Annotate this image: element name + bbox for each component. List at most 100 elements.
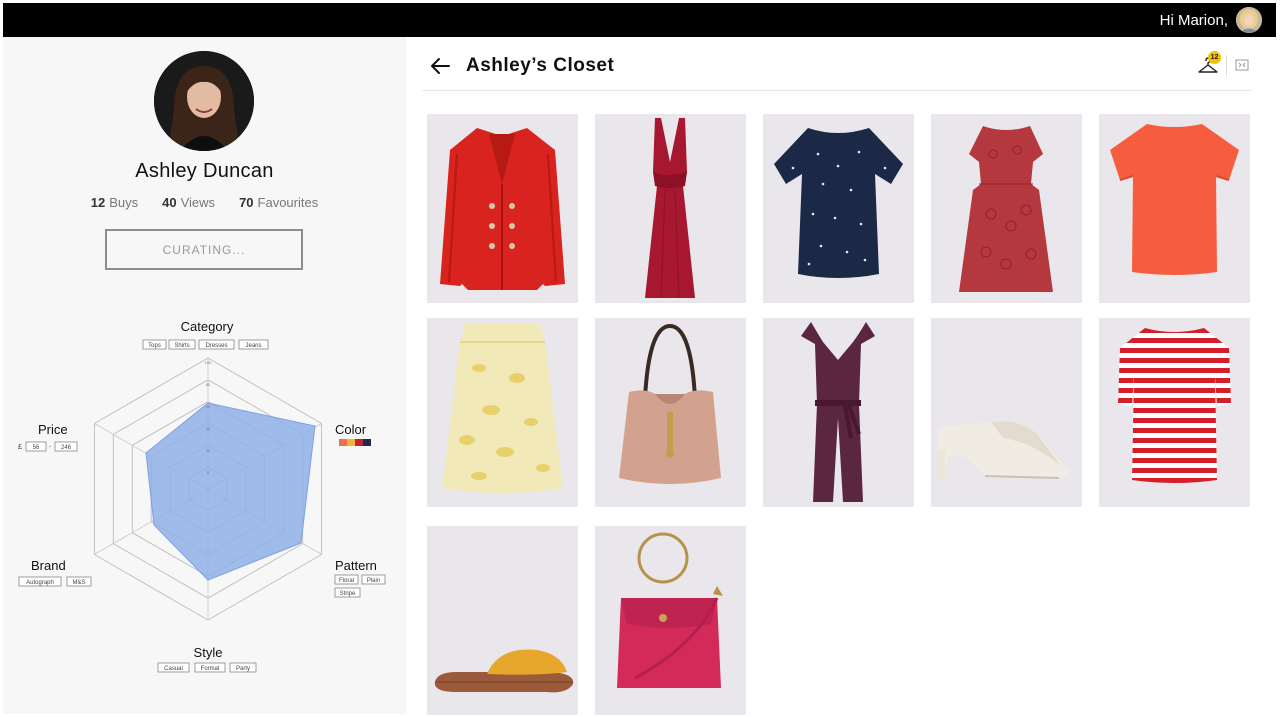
radar-ring [150, 422, 266, 556]
mule-icon [931, 318, 1082, 507]
category-tag[interactable]: Tops [142, 339, 167, 350]
jumpsuit-icon [763, 318, 914, 507]
expand-icon[interactable] [1235, 58, 1249, 72]
svg-text:M&S: M&S [72, 580, 85, 586]
color-swatch [339, 439, 347, 446]
closet-item-tan-tote-bag[interactable] [595, 318, 746, 507]
svg-text:Floral: Floral [339, 578, 354, 584]
svg-text:Stripe: Stripe [340, 591, 356, 597]
svg-text:Jeans: Jeans [245, 343, 261, 349]
svg-text:Party: Party [236, 666, 250, 672]
svg-text:Tops: Tops [148, 343, 161, 349]
axis-label-style: Style [194, 645, 223, 660]
svg-text:Formal: Formal [201, 666, 220, 672]
tshirt-icon [763, 114, 914, 303]
lace-dress-icon [931, 114, 1082, 303]
category-tag[interactable]: Jeans [238, 339, 269, 350]
profile-sidebar: Ashley Duncan 12 Buys 40 Views 70 Favourite… [3, 37, 406, 714]
header-divider [1226, 55, 1227, 77]
color-swatch [355, 439, 363, 446]
closet-item-yellow-floral-skirt[interactable] [427, 318, 578, 507]
curating-button[interactable]: CURATING... [105, 229, 303, 270]
brand-tag[interactable]: M&S [66, 576, 92, 587]
axis-label-pattern: Pattern [335, 558, 377, 573]
radar-tick: 0 [207, 470, 210, 475]
color-swatch [347, 439, 355, 446]
price-max[interactable]: 246 [54, 441, 78, 452]
closet-item-coral-top[interactable] [1099, 114, 1250, 303]
closet-item-pink-ring-bag[interactable] [595, 526, 746, 715]
axis-label-brand: Brand [31, 558, 66, 573]
axis-label-color: Color [335, 422, 367, 437]
radar-tick: 40 [206, 426, 211, 431]
closet-item-white-heeled-mule[interactable] [931, 318, 1082, 507]
closet-header: Ashley’s Closet 12 [422, 37, 1252, 91]
closet-panel: Ashley’s Closet 12 [406, 37, 1276, 715]
greeting-text: Hi Marion, [1159, 11, 1228, 29]
price-min[interactable]: 56 [25, 441, 47, 452]
closet-item-mustard-slide-sandal[interactable] [427, 526, 578, 715]
tshirt-icon [1099, 114, 1250, 303]
pattern-tag[interactable]: Plain [361, 574, 386, 585]
closet-item-red-striped-top[interactable] [1099, 318, 1250, 507]
ring-bag-icon [595, 526, 746, 715]
radar-ring [131, 401, 285, 577]
closet-item-red-blazer[interactable] [427, 114, 578, 303]
maxi-dress-icon [595, 114, 746, 303]
svg-text:246: 246 [61, 445, 72, 451]
category-tag[interactable]: Shirts [168, 339, 196, 350]
closet-item-navy-printed-top[interactable] [763, 114, 914, 303]
axis-label-category: Category [181, 319, 234, 334]
radar-ring [112, 379, 304, 599]
stat-buys: 12 Buys [90, 195, 139, 210]
brand-tag[interactable]: Autograph [18, 576, 62, 587]
back-arrow-icon[interactable] [428, 54, 452, 78]
preference-area [145, 402, 316, 581]
axis-label-price: Price [38, 422, 68, 437]
striped-top-icon [1099, 318, 1250, 507]
stat-views: 40 Views [162, 195, 216, 210]
user-avatar-icon [1236, 7, 1262, 33]
svg-text:Casual: Casual [164, 666, 183, 672]
radar-spokes [94, 358, 322, 620]
radar-rings [93, 357, 323, 621]
style-tag[interactable]: Casual [157, 662, 190, 673]
svg-text:Shirts: Shirts [174, 343, 189, 349]
radar-tick: 100 [205, 360, 212, 365]
style-tag[interactable]: Party [229, 662, 257, 673]
sandal-icon [427, 526, 578, 715]
svg-text:Dresses: Dresses [205, 343, 227, 349]
closet-item-burgundy-maxi-dress[interactable] [595, 114, 746, 303]
profile-name: Ashley Duncan [135, 160, 274, 182]
blazer-icon [427, 114, 578, 303]
profile-photo [154, 51, 254, 151]
closet-item-red-lace-dress[interactable] [931, 114, 1082, 303]
pattern-tag[interactable]: Stripe [334, 587, 361, 598]
closet-title: Ashley’s Closet [466, 55, 615, 76]
price-separator: - [49, 444, 52, 451]
closet-item-plum-jumpsuit[interactable] [763, 318, 914, 507]
style-tag[interactable]: Formal [194, 662, 226, 673]
category-tag[interactable]: Dresses [198, 339, 235, 350]
radar-ticks: 0 20 40 60 80 100 [205, 360, 212, 475]
svg-text:Autograph: Autograph [26, 580, 54, 586]
price-currency: £ [18, 444, 22, 451]
hanger-count-badge: 12 [1208, 51, 1221, 64]
user-avatar[interactable] [1236, 7, 1262, 33]
top-bar: Hi Marion, [3, 3, 1276, 37]
radar-ring [169, 444, 247, 534]
radar-ring [188, 466, 228, 512]
profile-photo-icon [154, 51, 254, 151]
svg-text:Plain: Plain [367, 578, 380, 584]
tote-icon [595, 318, 746, 507]
color-swatch [363, 439, 371, 446]
stat-favourites: 70 Favourites [239, 195, 319, 210]
profile-stats: 12 Buys 40 Views 70 Favourites [3, 195, 406, 210]
pattern-tag[interactable]: Floral [334, 574, 359, 585]
svg-text:56: 56 [33, 445, 40, 451]
radar-tick: 60 [206, 404, 211, 409]
skirt-icon [427, 318, 578, 507]
radar-ring [93, 357, 323, 621]
radar-tick: 20 [206, 448, 211, 453]
radar-tick: 80 [206, 382, 211, 387]
